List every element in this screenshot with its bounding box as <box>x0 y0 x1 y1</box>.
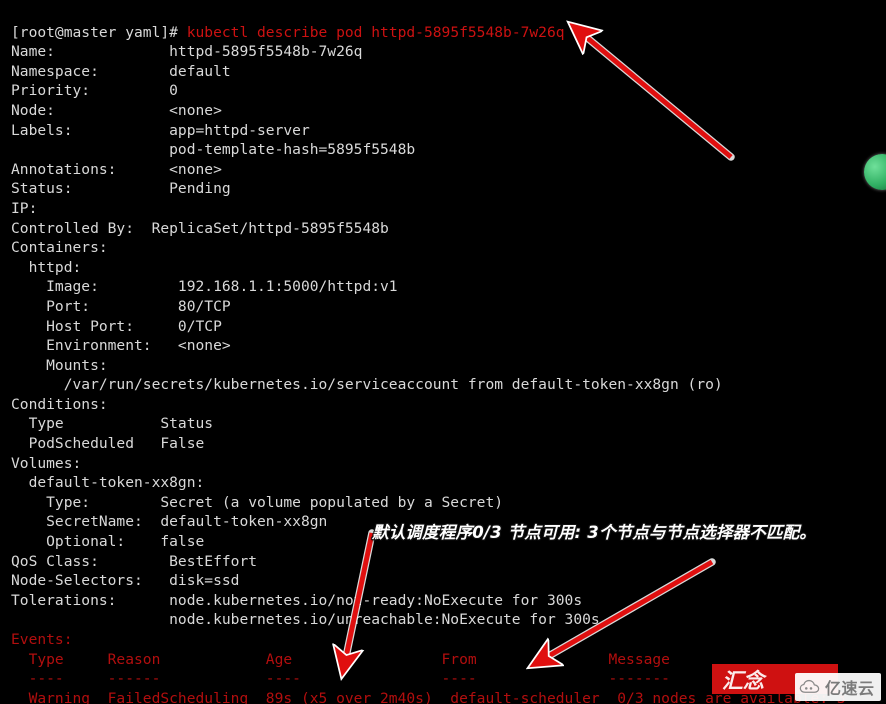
terminal-line: Namespace: default <box>11 62 231 80</box>
watermark-red-text: 汇念 <box>722 669 764 693</box>
watermark-logo-label: 亿速云 <box>825 679 875 698</box>
terminal-line: Environment: <none> <box>11 337 231 355</box>
terminal-output[interactable]: [root@master yaml]# kubectl describe pod… <box>0 15 886 704</box>
terminal-line: QoS Class: BestEffort <box>11 552 258 570</box>
terminal-line: Tolerations: node.kubernetes.io/not-read… <box>11 591 583 609</box>
terminal-screen: [root@master yaml]# kubectl describe pod… <box>0 0 886 704</box>
terminal-line: Port: 80/TCP <box>11 297 231 315</box>
terminal-line: Name: httpd-5895f5548b-7w26q <box>11 43 363 61</box>
terminal-line: pod-template-hash=5895f5548b <box>11 141 416 159</box>
terminal-command-line: [root@master yaml]# kubectl describe pod… <box>11 23 886 43</box>
shell-prompt: [root@master yaml]# <box>11 23 187 41</box>
terminal-line: Events: <box>11 631 73 648</box>
terminal-line: httpd: <box>11 258 82 276</box>
terminal-line: Status: Pending <box>11 180 231 198</box>
terminal-line: Node: <none> <box>11 101 222 119</box>
terminal-line: PodScheduled False <box>11 435 205 453</box>
terminal-line: Priority: 0 <box>11 82 178 100</box>
watermark-logo: 亿速云 <box>795 673 881 701</box>
annotation-caption: 默认调度程序0/3 节点可用: 3个节点与节点选择器不匹配。 <box>372 523 817 542</box>
terminal-line: IP: <box>11 199 38 217</box>
cloud-icon <box>799 679 820 693</box>
terminal-line: Node-Selectors: disk=ssd <box>11 572 240 590</box>
terminal-line: node.kubernetes.io/unreachable:NoExecute… <box>11 611 600 629</box>
terminal-line: Containers: <box>11 239 108 257</box>
terminal-line: Host Port: 0/TCP <box>11 317 222 335</box>
shell-command: kubectl describe pod httpd-5895f5548b-7w… <box>186 23 565 41</box>
terminal-line: Controlled By: ReplicaSet/httpd-5895f554… <box>11 219 389 237</box>
terminal-line: Volumes: <box>11 454 82 472</box>
terminal-line: Labels: app=httpd-server <box>11 121 310 139</box>
terminal-line: default-token-xx8gn: <box>11 474 205 492</box>
terminal-line: Type Status <box>11 415 214 433</box>
terminal-line: Image: 192.168.1.1:5000/httpd:v1 <box>11 278 398 296</box>
terminal-line: /var/run/secrets/kubernetes.io/serviceac… <box>11 376 723 394</box>
terminal-line: Conditions: <box>11 395 108 413</box>
terminal-line: Annotations: <none> <box>11 160 222 178</box>
terminal-line: Type: Secret (a volume populated by a Se… <box>11 493 504 511</box>
terminal-line: Mounts: <box>11 356 108 374</box>
